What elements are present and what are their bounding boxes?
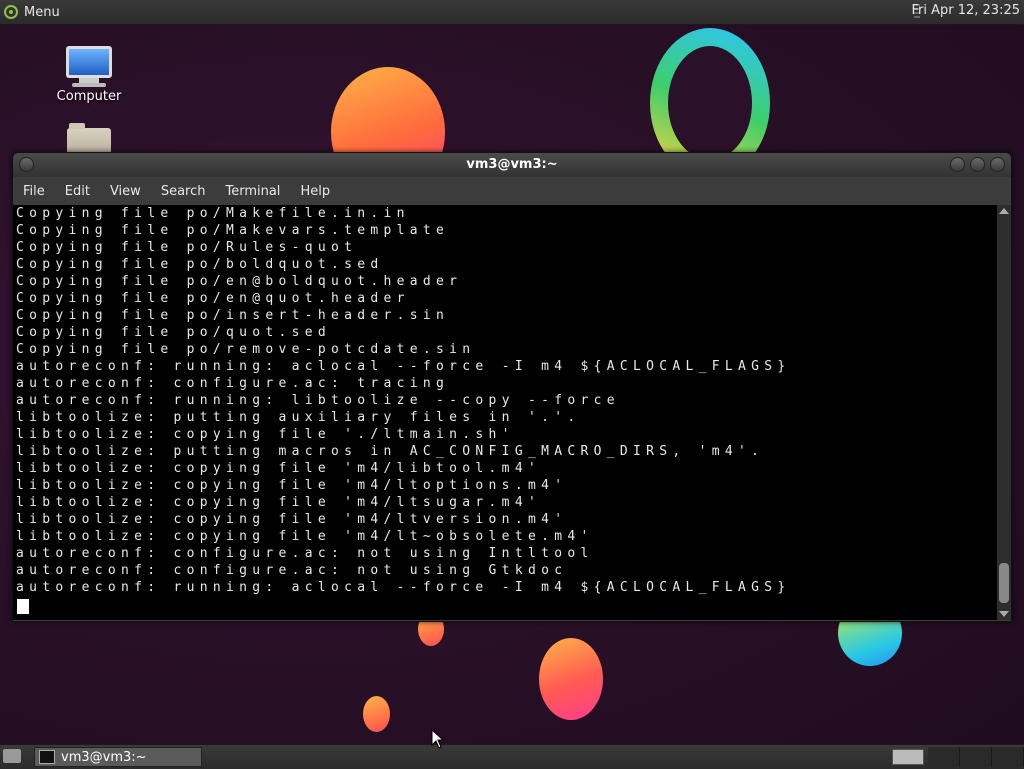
- task-label: vm3@vm3:~: [61, 749, 147, 765]
- top-panel: Menu Fri Apr 12, 23:25: [0, 0, 1024, 25]
- workspace-switcher-active[interactable]: [892, 749, 924, 765]
- terminal-output[interactable]: Copying file po/Makefile.in.in Copying f…: [13, 205, 997, 620]
- folder-icon: [67, 123, 111, 154]
- scroll-down-icon[interactable]: [999, 611, 1009, 617]
- terminal-line: libtoolize: copying file 'm4/ltversion.m…: [16, 512, 568, 527]
- menu-search[interactable]: Search: [151, 184, 216, 199]
- menu-edit[interactable]: Edit: [55, 184, 100, 199]
- taskbar-item-terminal[interactable]: vm3@vm3:~: [34, 747, 202, 767]
- terminal-line: libtoolize: copying file 'm4/lt~obsolete…: [16, 529, 594, 544]
- terminal-line: Copying file po/en@quot.header: [16, 291, 410, 306]
- scroll-up-icon[interactable]: [999, 208, 1009, 214]
- minimize-button[interactable]: [950, 157, 965, 172]
- menu-help[interactable]: Help: [290, 184, 340, 199]
- terminal-cursor: [17, 599, 29, 614]
- menubar: File Edit View Search Terminal Help: [13, 177, 1011, 205]
- terminal-line: libtoolize: copying file 'm4/libtool.m4': [16, 461, 542, 476]
- menu-label: Menu: [24, 4, 60, 20]
- terminal-line: libtoolize: putting macros in AC_CONFIG_…: [16, 444, 765, 459]
- computer-icon-base: [72, 83, 106, 87]
- window-title: vm3@vm3:~: [466, 157, 558, 172]
- window-titlebar[interactable]: vm3@vm3:~: [13, 153, 1011, 177]
- terminal-line: libtoolize: putting auxiliary files in '…: [16, 410, 581, 425]
- desktop-icon-home[interactable]: [44, 123, 134, 154]
- computer-icon: [66, 46, 112, 78]
- terminal-line: autoreconf: configure.ac: not using Intl…: [16, 546, 594, 561]
- bottom-panel: vm3@vm3:~: [0, 744, 1024, 769]
- menu-file[interactable]: File: [13, 184, 55, 199]
- terminal-line: autoreconf: configure.ac: tracing: [16, 376, 450, 391]
- terminal-line: Copying file po/Rules-quot: [16, 240, 358, 255]
- terminal-line: libtoolize: copying file 'm4/ltsugar.m4': [16, 495, 542, 510]
- terminal-line: libtoolize: copying file 'm4/ltoptions.m…: [16, 478, 568, 493]
- terminal-line: Copying file po/Makefile.in.in: [16, 206, 410, 221]
- terminal-icon: [39, 750, 55, 764]
- menu-terminal[interactable]: Terminal: [215, 184, 290, 199]
- close-button[interactable]: [990, 157, 1005, 172]
- desktop-icon-label: Computer: [56, 89, 122, 104]
- terminal-line: libtoolize: copying file './ltmain.sh': [16, 427, 515, 442]
- terminal-line: autoreconf: running: aclocal --force -I …: [16, 359, 791, 374]
- scrollbar-thumb[interactable]: [999, 563, 1009, 603]
- menu-view[interactable]: View: [100, 184, 151, 199]
- show-desktop-button[interactable]: [3, 749, 21, 763]
- terminal-window: vm3@vm3:~ File Edit View Search Terminal…: [12, 152, 1012, 622]
- workspace-switcher[interactable]: [928, 747, 1024, 767]
- maximize-button[interactable]: [970, 157, 985, 172]
- terminal-line: Copying file po/en@boldquot.header: [16, 274, 463, 289]
- clock[interactable]: Fri Apr 12, 23:25: [911, 3, 1020, 18]
- terminal-line: Copying file po/Makevars.template: [16, 223, 450, 238]
- terminal-line: Copying file po/quot.sed: [16, 325, 332, 340]
- terminal-line: autoreconf: running: aclocal --force -I …: [16, 580, 791, 595]
- wallpaper-shape: [539, 638, 603, 720]
- menu-logo-icon: [4, 5, 18, 19]
- terminal-scrollbar[interactable]: [997, 205, 1011, 620]
- terminal-line: Copying file po/remove-potcdate.sin: [16, 342, 476, 357]
- terminal-line: autoreconf: configure.ac: not using Gtkd…: [16, 563, 568, 578]
- terminal-line: autoreconf: running: libtoolize --copy -…: [16, 393, 620, 408]
- desktop-icon-computer[interactable]: Computer: [44, 46, 134, 104]
- terminal-line: Copying file po/insert-header.sin: [16, 308, 450, 323]
- terminal-lines: Copying file po/Makefile.in.in Copying f…: [16, 205, 790, 596]
- menu-button[interactable]: Menu: [4, 2, 60, 22]
- terminal-line: Copying file po/boldquot.sed: [16, 257, 384, 272]
- wallpaper-shape: [363, 696, 390, 732]
